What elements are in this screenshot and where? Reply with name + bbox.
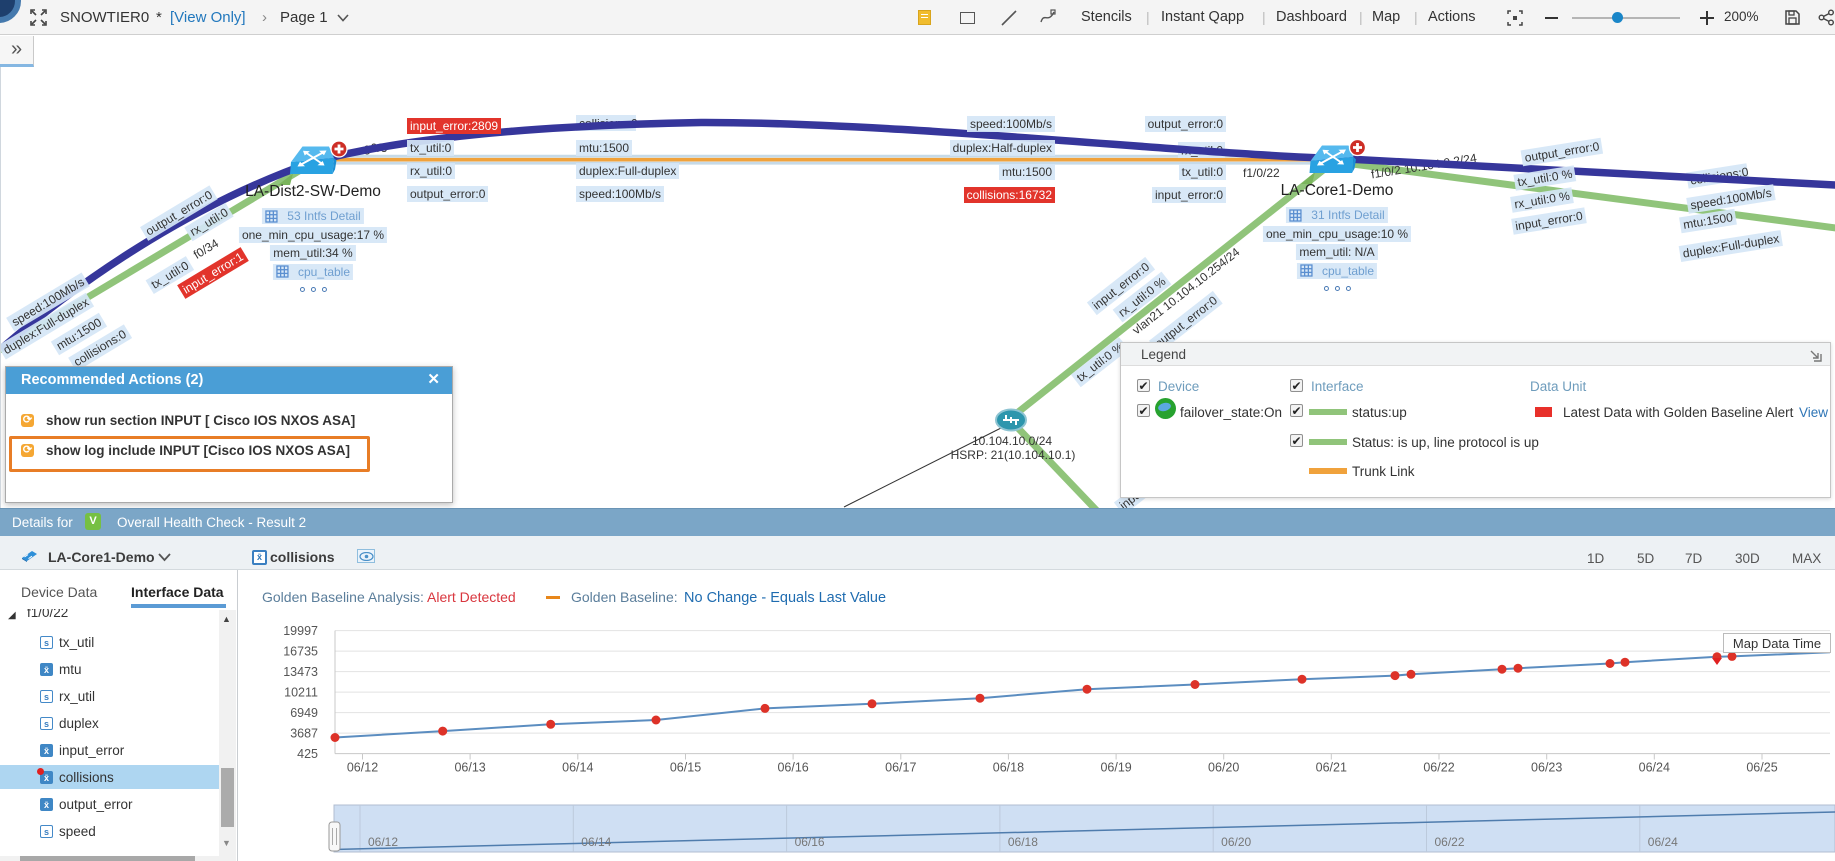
svg-text:6949: 6949	[290, 706, 318, 720]
svg-text:06/23: 06/23	[1531, 761, 1562, 775]
svg-text:13473: 13473	[283, 665, 318, 679]
svg-text:06/16: 06/16	[795, 835, 825, 849]
svg-text:06/22: 06/22	[1434, 835, 1464, 849]
svg-text:16735: 16735	[283, 645, 318, 659]
svg-text:06/22: 06/22	[1423, 761, 1454, 775]
svg-text:06/24: 06/24	[1639, 761, 1670, 775]
svg-text:06/12: 06/12	[368, 835, 398, 849]
svg-text:06/24: 06/24	[1648, 835, 1678, 849]
svg-text:06/16: 06/16	[777, 761, 808, 775]
svg-text:3687: 3687	[290, 727, 318, 741]
svg-text:06/20: 06/20	[1208, 761, 1239, 775]
svg-text:19997: 19997	[283, 624, 318, 638]
svg-text:06/21: 06/21	[1316, 761, 1347, 775]
svg-text:06/19: 06/19	[1100, 761, 1131, 775]
svg-text:06/15: 06/15	[670, 761, 701, 775]
svg-text:06/13: 06/13	[454, 761, 485, 775]
svg-text:06/18: 06/18	[1008, 835, 1038, 849]
svg-text:06/20: 06/20	[1221, 835, 1251, 849]
svg-text:06/25: 06/25	[1746, 761, 1777, 775]
svg-text:10211: 10211	[284, 686, 318, 700]
svg-text:06/18: 06/18	[993, 761, 1024, 775]
svg-text:06/14: 06/14	[562, 761, 593, 775]
svg-text:425: 425	[297, 747, 318, 761]
svg-text:06/12: 06/12	[347, 761, 378, 775]
svg-text:06/14: 06/14	[581, 835, 611, 849]
svg-text:06/17: 06/17	[885, 761, 916, 775]
